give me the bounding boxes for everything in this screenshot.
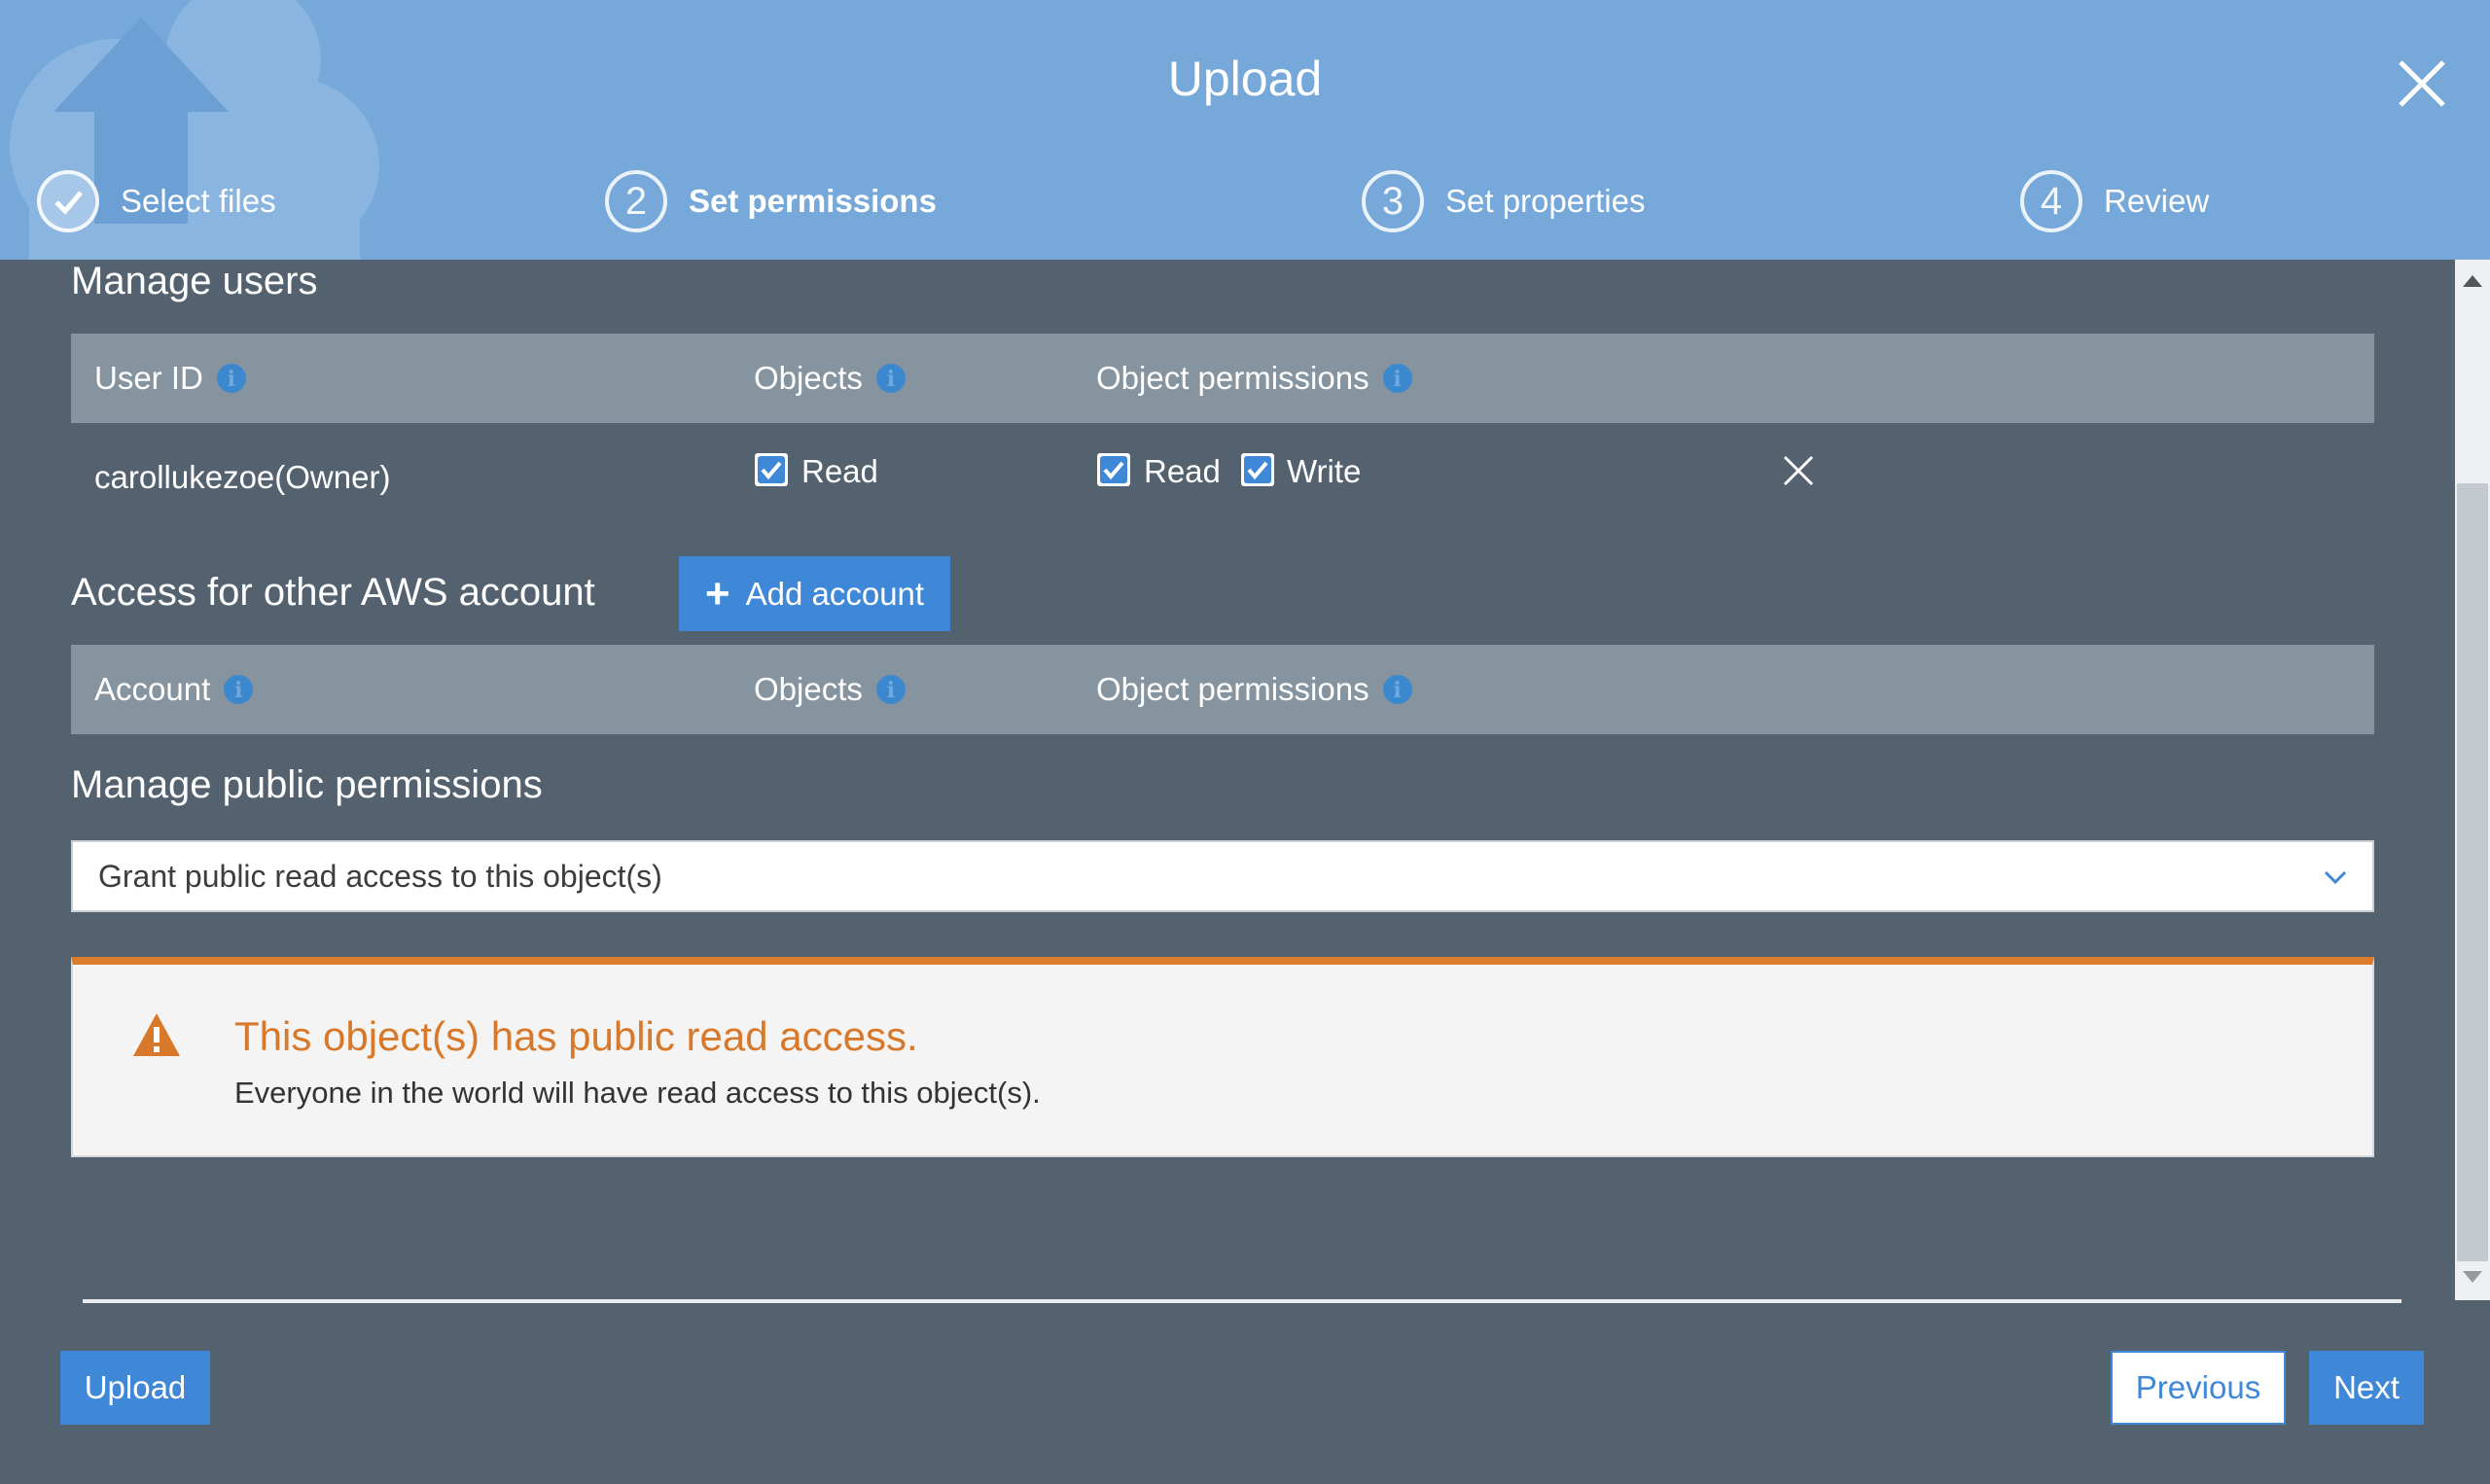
permissions-write-label: Write	[1287, 453, 1362, 489]
permissions-read-label: Read	[1144, 453, 1221, 489]
step-number: 2	[605, 170, 667, 232]
step-set-properties[interactable]: 3 Set properties	[1362, 167, 1645, 235]
alert-message: Everyone in the world will have read acc…	[234, 1076, 1041, 1110]
step-number: 3	[1362, 170, 1424, 232]
add-account-button[interactable]: + Add account	[679, 556, 950, 631]
column-user-id: User ID	[94, 334, 246, 423]
checkmark-icon	[758, 456, 785, 483]
chevron-down-icon	[2324, 870, 2347, 885]
next-button[interactable]: Next	[2309, 1351, 2424, 1425]
upload-button[interactable]: Upload	[60, 1351, 210, 1425]
scroll-thumb[interactable]	[2457, 483, 2488, 1261]
column-objects: Objects	[754, 334, 906, 423]
info-icon[interactable]	[216, 364, 246, 393]
step-review[interactable]: 4 Review	[2020, 167, 2209, 235]
manage-users-title: Manage users	[71, 260, 318, 302]
footer-divider	[83, 1299, 2401, 1303]
warning-icon	[133, 1013, 180, 1056]
step-select-files[interactable]: Select files	[37, 167, 276, 235]
other-accounts-title: Access for other AWS account	[71, 571, 595, 614]
users-table-header: User ID Objects Object permissions	[71, 334, 2374, 423]
checkmark-icon	[1100, 456, 1127, 483]
column-object-permissions: Object permissions	[1096, 645, 1412, 734]
step-label: Select files	[121, 183, 276, 219]
permissions-read-checkbox[interactable]	[1097, 453, 1130, 486]
public-permissions-select[interactable]: Grant public read access to this object(…	[71, 840, 2374, 912]
column-objects: Objects	[754, 645, 906, 734]
scrollbar[interactable]	[2455, 260, 2490, 1300]
step-label: Review	[2104, 183, 2210, 219]
user-id: carollukezoe(Owner)	[94, 459, 391, 495]
plus-icon: +	[704, 569, 730, 618]
info-icon[interactable]	[875, 364, 906, 393]
step-label: Set permissions	[689, 183, 937, 219]
dialog-header: Upload Select files 2 Set permissions 3 …	[0, 0, 2490, 260]
info-icon[interactable]	[1382, 675, 1412, 704]
step-number: 4	[2020, 170, 2082, 232]
info-icon[interactable]	[1382, 364, 1412, 393]
alert-title: This object(s) has public read access.	[234, 1013, 918, 1059]
column-object-permissions: Object permissions	[1096, 334, 1412, 423]
step-label: Set properties	[1445, 183, 1646, 219]
public-access-alert: This object(s) has public read access. E…	[71, 957, 2374, 1157]
check-circle-icon	[37, 170, 99, 232]
scroll-down-arrow[interactable]	[2463, 1271, 2482, 1283]
close-icon[interactable]	[2395, 56, 2449, 111]
step-set-permissions[interactable]: 2 Set permissions	[605, 167, 937, 235]
permissions-write-checkbox[interactable]	[1241, 453, 1274, 486]
public-permissions-title: Manage public permissions	[71, 763, 543, 806]
dialog-content: Manage users User ID Objects Object perm…	[0, 260, 2455, 1300]
objects-read-checkbox[interactable]	[755, 453, 788, 486]
info-icon[interactable]	[224, 675, 254, 704]
checkmark-icon	[1244, 456, 1271, 483]
column-account: Account	[94, 645, 254, 734]
objects-read-label: Read	[801, 453, 878, 489]
accounts-table-header: Account Objects Object permissions	[71, 645, 2374, 734]
dialog-title: Upload	[1167, 52, 1323, 106]
remove-user-icon[interactable]	[1782, 454, 1815, 487]
info-icon[interactable]	[875, 675, 906, 704]
previous-button[interactable]: Previous	[2111, 1351, 2286, 1425]
scroll-up-arrow[interactable]	[2463, 275, 2482, 287]
